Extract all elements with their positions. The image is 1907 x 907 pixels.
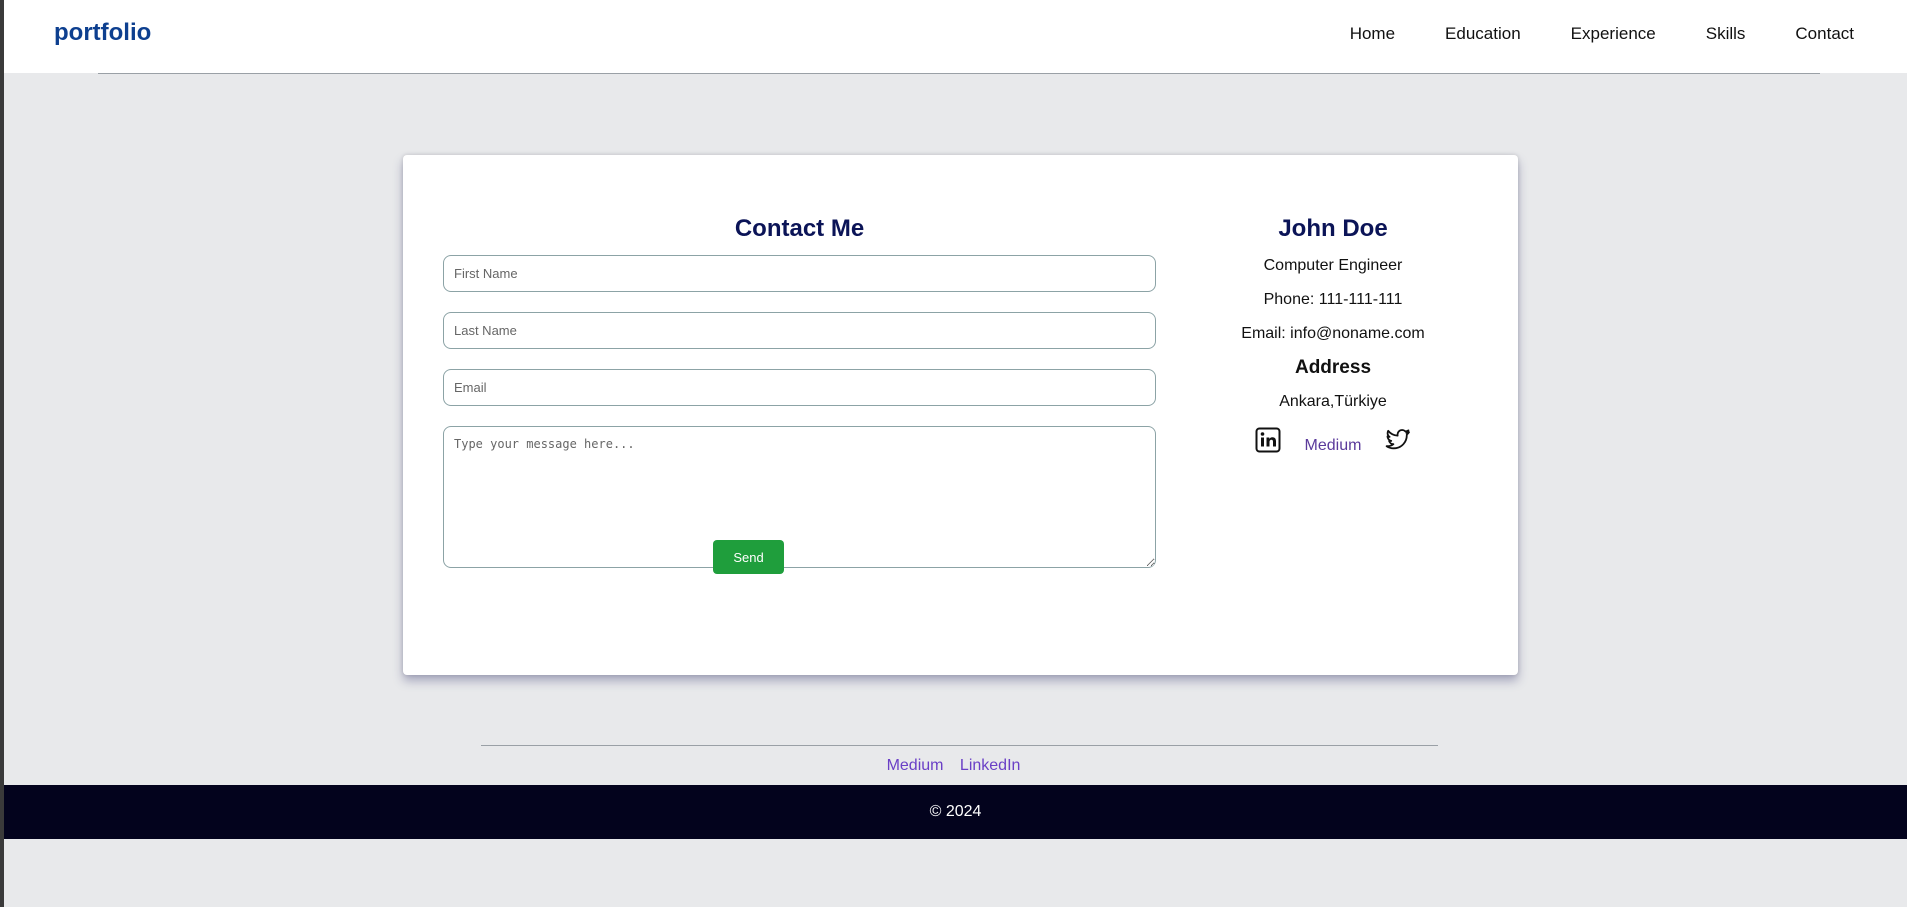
profile-info: John Doe Computer Engineer Phone: 111-11… <box>1193 215 1473 458</box>
email-input[interactable] <box>443 369 1156 406</box>
profile-address: Ankara,Türkiye <box>1279 393 1387 410</box>
brand-logo[interactable]: portfolio <box>54 19 151 47</box>
footer-link-linkedin[interactable]: LinkedIn <box>960 757 1021 774</box>
footer-bar: © 2024 <box>4 785 1907 839</box>
contact-form: Contact Me <box>443 215 1156 588</box>
send-button[interactable]: Send <box>713 540 784 574</box>
twitter-icon[interactable] <box>1385 428 1411 457</box>
form-title: Contact Me <box>734 215 865 242</box>
address-heading: Address <box>1294 357 1372 378</box>
contact-card: Contact Me Send John Doe Computer Engine… <box>403 155 1518 675</box>
profile-email: Email: info@noname.com <box>1241 325 1425 342</box>
nav-experience[interactable]: Experience <box>1571 24 1656 44</box>
social-links: Medium <box>1193 427 1473 458</box>
profile-title: Computer Engineer <box>1263 257 1403 274</box>
profile-name: John Doe <box>1278 215 1388 242</box>
linkedin-icon[interactable] <box>1255 427 1281 458</box>
nav-menu: Home Education Experience Skills Contact <box>1350 24 1854 44</box>
nav-home[interactable]: Home <box>1350 24 1395 44</box>
message-textarea[interactable] <box>443 426 1156 568</box>
nav-skills[interactable]: Skills <box>1706 24 1746 44</box>
last-name-input[interactable] <box>443 312 1156 349</box>
nav-education[interactable]: Education <box>1445 24 1521 44</box>
footer-link-medium[interactable]: Medium <box>887 757 944 774</box>
first-name-input[interactable] <box>443 255 1156 292</box>
nav-divider <box>98 73 1820 74</box>
navbar: portfolio Home Education Experience Skil… <box>4 0 1907 73</box>
copyright-text: © 2024 <box>929 803 982 820</box>
footer-divider <box>481 745 1438 746</box>
profile-phone: Phone: 111-111-111 <box>1263 291 1403 308</box>
nav-contact[interactable]: Contact <box>1795 24 1854 44</box>
medium-link[interactable]: Medium <box>1305 437 1362 455</box>
footer-links: Medium LinkedIn <box>0 757 1907 775</box>
